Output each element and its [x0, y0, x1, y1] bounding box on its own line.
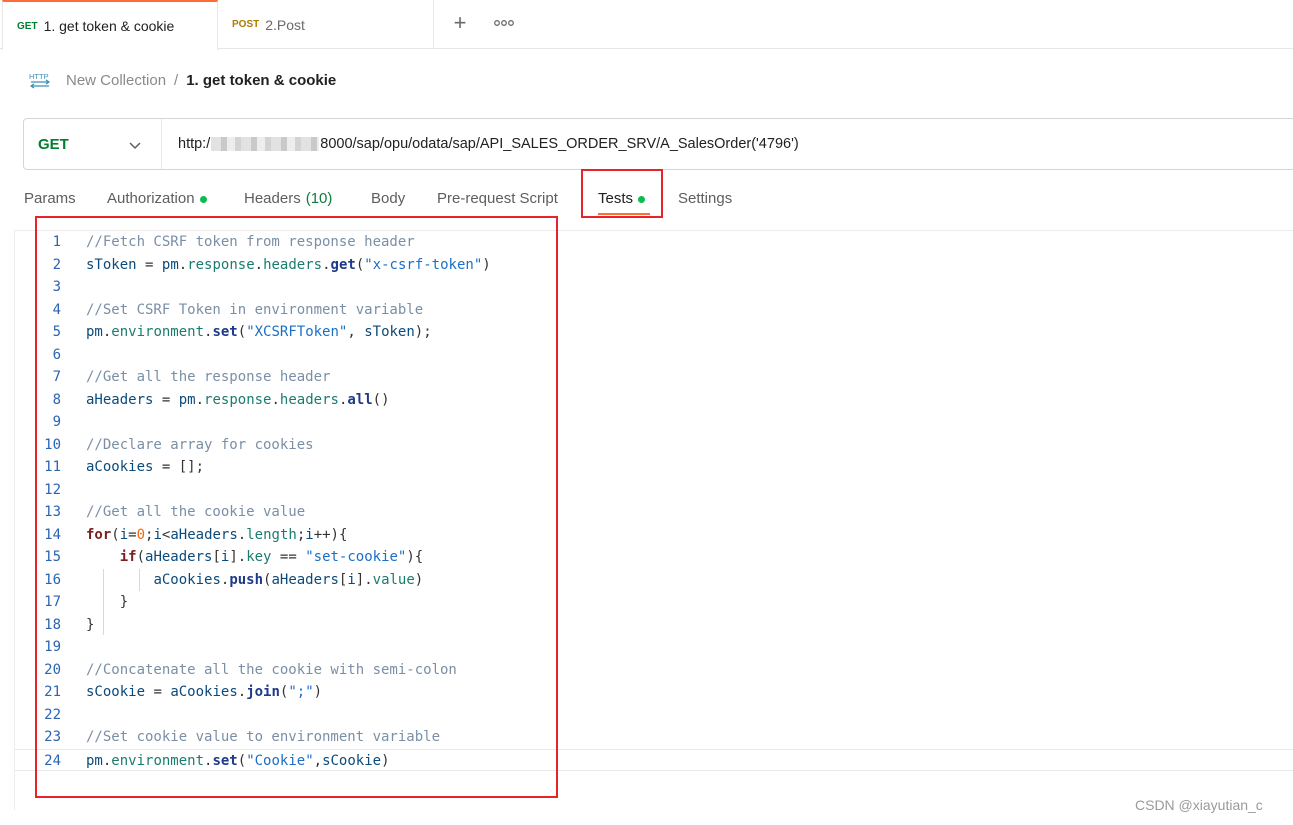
tab-settings-label: Settings — [678, 190, 733, 207]
chevron-down-icon — [129, 142, 141, 150]
request-tab-get-token[interactable]: GET 1. get token & cookie — [2, 0, 218, 50]
url-prefix: http:/ — [178, 136, 211, 152]
tab-authorization-label: Authorization — [107, 190, 195, 207]
tab-prerequest-script[interactable]: Pre-request Script — [437, 183, 558, 215]
more-options-icon[interactable] — [490, 10, 518, 36]
http-request-icon: HTTP — [29, 72, 51, 89]
tests-tab-highlight-box — [581, 169, 663, 218]
request-url-bar: GET http:/ 8000/sap/opu/odata/sap/API_SA… — [23, 118, 1293, 170]
tab-method-badge: POST — [232, 19, 260, 30]
redacted-host — [211, 137, 320, 151]
tab-label: 1. get token & cookie — [43, 18, 175, 34]
breadcrumb-collection[interactable]: New Collection — [66, 72, 166, 89]
request-tab-post[interactable]: POST 2.Post — [218, 0, 434, 49]
code-highlight-box — [35, 216, 558, 798]
tab-body-label: Body — [371, 190, 406, 207]
tab-params[interactable]: Params — [24, 183, 76, 215]
breadcrumb: HTTP New Collection / 1. get token & coo… — [28, 66, 336, 94]
watermark: CSDN @xiayutian_c — [1135, 797, 1263, 813]
method-value: GET — [38, 135, 69, 153]
status-dot — [199, 195, 207, 203]
tab-settings[interactable]: Settings — [678, 183, 732, 215]
tab-prerequest-label: Pre-request Script — [437, 190, 558, 207]
headers-count-badge: (10) — [305, 190, 333, 207]
tab-method-badge: GET — [17, 20, 38, 32]
new-tab-plus-icon[interactable]: + — [447, 10, 473, 36]
svg-text:HTTP: HTTP — [29, 72, 49, 81]
tab-label: 2.Post — [265, 16, 305, 33]
method-select[interactable]: GET — [24, 119, 162, 169]
breadcrumb-separator: / — [174, 71, 179, 89]
tab-authorization[interactable]: Authorization — [107, 183, 207, 215]
tab-params-label: Params — [24, 190, 76, 207]
tab-headers-label: Headers — [244, 190, 301, 207]
tab-headers[interactable]: Headers (10) — [244, 183, 332, 215]
tab-body[interactable]: Body — [371, 183, 405, 215]
breadcrumb-request-name[interactable]: 1. get token & cookie — [186, 72, 336, 89]
request-tab-strip: GET 1. get token & cookie POST 2.Post + — [0, 0, 1293, 50]
ellipsis-icon — [494, 20, 514, 26]
url-path: 8000/sap/opu/odata/sap/API_SALES_ORDER_S… — [320, 136, 799, 152]
url-input[interactable]: http:/ 8000/sap/opu/odata/sap/API_SALES_… — [162, 136, 799, 152]
